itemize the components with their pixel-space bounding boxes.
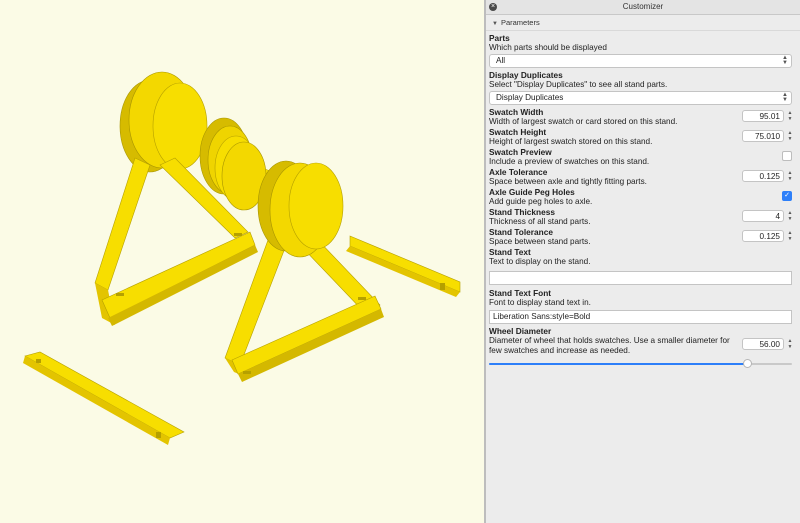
param-stand-tolerance: 0.125 ▲ ▼ Stand Tolerance Space between s… bbox=[489, 227, 796, 247]
stand-text-input[interactable] bbox=[489, 271, 792, 285]
select-value: All bbox=[496, 56, 506, 65]
parameters-list: Parts Which parts should be displayed Al… bbox=[486, 31, 800, 369]
select-value: Display Duplicates bbox=[496, 93, 564, 102]
param-swatch-preview: Swatch Preview Include a preview of swat… bbox=[489, 147, 796, 167]
spinbox-value[interactable]: 4 bbox=[742, 210, 784, 222]
checkmark-icon: ✓ bbox=[784, 192, 790, 199]
swatch-preview-checkbox[interactable] bbox=[782, 151, 792, 161]
param-description: Text to display on the stand. bbox=[489, 257, 591, 266]
front-wheel bbox=[257, 160, 344, 258]
param-description: Font to display stand text in. bbox=[489, 298, 591, 307]
param-name: Stand Text bbox=[489, 247, 531, 257]
param-stand-text-font: Stand Text Font Font to display stand te… bbox=[489, 288, 796, 324]
spinbox-value[interactable]: 95.01 bbox=[742, 110, 784, 122]
slider-fill bbox=[489, 363, 747, 365]
wheel-diameter-slider[interactable] bbox=[489, 359, 792, 369]
param-description: Which parts should be displayed bbox=[489, 43, 607, 52]
param-swatch-height: 75.010 ▲ ▼ Swatch Height Height of larges… bbox=[489, 127, 796, 147]
param-parts: Parts Which parts should be displayed Al… bbox=[489, 33, 796, 68]
parameters-section-header[interactable]: ▼ Parameters bbox=[486, 15, 800, 31]
spinbox-arrows-icon[interactable]: ▲ ▼ bbox=[786, 230, 794, 242]
param-name: Display Duplicates bbox=[489, 70, 563, 80]
param-description: Add guide peg holes to axle. bbox=[489, 197, 593, 206]
spinbox-arrows-icon[interactable]: ▲ ▼ bbox=[786, 170, 794, 182]
spinbox-value[interactable]: 56.00 bbox=[742, 338, 784, 350]
param-description: Include a preview of swatches on this st… bbox=[489, 157, 650, 166]
wheel-diameter-spinbox[interactable]: 56.00 ▲ ▼ bbox=[742, 338, 794, 350]
spinbox-value[interactable]: 75.010 bbox=[742, 130, 784, 142]
param-name: Wheel Diameter bbox=[489, 326, 552, 336]
display-duplicates-select[interactable]: Display Duplicates ▲ ▼ bbox=[489, 91, 792, 105]
param-stand-thickness: 4 ▲ ▼ Stand Thickness Thickness of all st… bbox=[489, 207, 796, 227]
model-render[interactable] bbox=[0, 0, 484, 523]
param-axle-tolerance: 0.125 ▲ ▼ Axle Tolerance Space between ax… bbox=[489, 167, 796, 187]
stand-text-font-input[interactable]: Liberation Sans:style=Bold bbox=[489, 310, 792, 324]
updown-chevron-icon: ▲ ▼ bbox=[782, 92, 788, 103]
slider-thumb[interactable] bbox=[742, 359, 752, 368]
param-description: Select "Display Duplicates" to see all s… bbox=[489, 80, 668, 89]
loose-stand-bar bbox=[23, 351, 185, 445]
stand-tolerance-spinbox[interactable]: 0.125 ▲ ▼ bbox=[742, 230, 794, 242]
front-stand-frame bbox=[224, 237, 384, 382]
stand-thickness-spinbox[interactable]: 4 ▲ ▼ bbox=[742, 210, 794, 222]
spinbox-arrows-icon[interactable]: ▲ ▼ bbox=[786, 130, 794, 142]
spinbox-arrows-icon[interactable]: ▲ ▼ bbox=[786, 110, 794, 122]
param-name: Axle Guide Peg Holes bbox=[489, 187, 575, 197]
axle-guide-peg-holes-checkbox[interactable]: ✓ bbox=[782, 191, 792, 201]
param-display-duplicates: Display Duplicates Select "Display Dupli… bbox=[489, 70, 796, 105]
spinbox-arrows-icon[interactable]: ▲ ▼ bbox=[786, 210, 794, 222]
swatch-height-spinbox[interactable]: 75.010 ▲ ▼ bbox=[742, 130, 794, 142]
customizer-titlebar: × Customizer bbox=[486, 0, 800, 15]
window-title: Customizer bbox=[622, 2, 664, 11]
param-name: Stand Text Font bbox=[489, 288, 552, 298]
param-wheel-diameter: 56.00 ▲ ▼ Wheel Diameter Diameter of whee… bbox=[489, 326, 796, 369]
spinbox-value[interactable]: 0.125 bbox=[742, 170, 784, 182]
param-name: Parts bbox=[489, 33, 510, 43]
disclosure-triangle-icon[interactable]: ▼ bbox=[492, 17, 498, 32]
param-axle-guide-peg-holes: ✓ Axle Guide Peg Holes Add guide peg hol… bbox=[489, 187, 796, 207]
spinbox-value[interactable]: 0.125 bbox=[742, 230, 784, 242]
param-name: Swatch Preview bbox=[489, 147, 552, 157]
param-swatch-width: 95.01 ▲ ▼ Swatch Width Width of largest s… bbox=[489, 107, 796, 127]
back-wheel bbox=[119, 71, 208, 173]
3d-viewport[interactable] bbox=[0, 0, 484, 523]
customizer-panel: × Customizer ▼ Parameters Parts Which par… bbox=[486, 0, 800, 523]
swatch-width-spinbox[interactable]: 95.01 ▲ ▼ bbox=[742, 110, 794, 122]
param-stand-text: Stand Text Text to display on the stand. bbox=[489, 247, 796, 285]
updown-chevron-icon: ▲ ▼ bbox=[782, 55, 788, 66]
axle-tolerance-spinbox[interactable]: 0.125 ▲ ▼ bbox=[742, 170, 794, 182]
spinbox-arrows-icon[interactable]: ▲ ▼ bbox=[786, 338, 794, 350]
parts-select[interactable]: All ▲ ▼ bbox=[489, 54, 792, 68]
section-title: Parameters bbox=[500, 18, 540, 27]
